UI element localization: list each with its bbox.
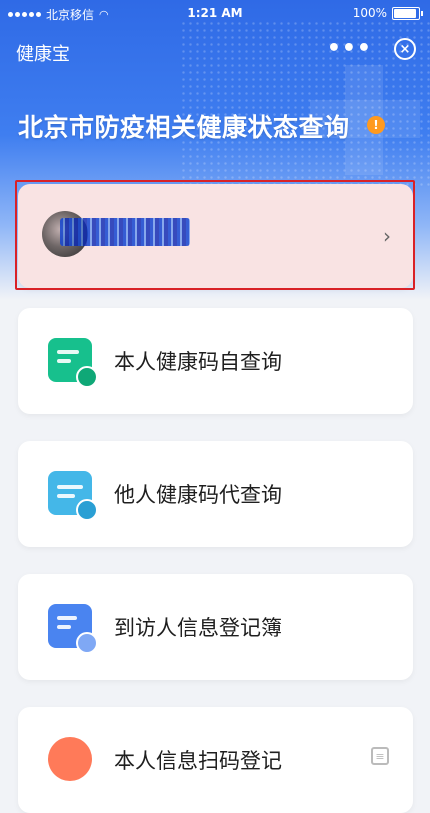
redacted-name: [60, 218, 190, 246]
page-title: 北京市防疫相关健康状态查询: [18, 113, 350, 142]
menu-item-label: 本人信息扫码登记: [114, 749, 282, 773]
scan-icon: ≡: [371, 747, 389, 765]
smile-icon: [48, 737, 92, 781]
status-right: 100%: [352, 6, 423, 20]
app-title: 健康宝: [16, 44, 70, 65]
info-icon[interactable]: !: [367, 116, 385, 134]
battery-percent: 100%: [352, 6, 387, 20]
menu-item-label: 本人健康码自查询: [114, 350, 282, 374]
battery-icon: [392, 6, 423, 20]
menu-item-self-query[interactable]: 本人健康码自查询: [18, 308, 413, 414]
close-icon[interactable]: ×: [394, 38, 416, 60]
menu-item-label: 到访人信息登记簿: [114, 616, 282, 640]
chevron-right-icon: ›: [383, 224, 391, 248]
user-card[interactable]: ›: [18, 184, 413, 288]
document-eye-icon: [48, 338, 98, 388]
menu-item-scan-register[interactable]: 本人信息扫码登记 ≡: [18, 707, 413, 813]
more-button[interactable]: •••: [327, 36, 372, 61]
document-check-icon: [48, 604, 98, 654]
menu-item-proxy-query[interactable]: 他人健康码代查询: [18, 441, 413, 547]
status-bar: 北京移信 ◠ 1:21 AM 100%: [0, 0, 430, 26]
menu-item-label: 他人健康码代查询: [114, 483, 282, 507]
menu-item-visitor-log[interactable]: 到访人信息登记簿: [18, 574, 413, 680]
navbar: 健康宝 ••• ×: [0, 30, 430, 70]
calendar-search-icon: [48, 471, 98, 521]
